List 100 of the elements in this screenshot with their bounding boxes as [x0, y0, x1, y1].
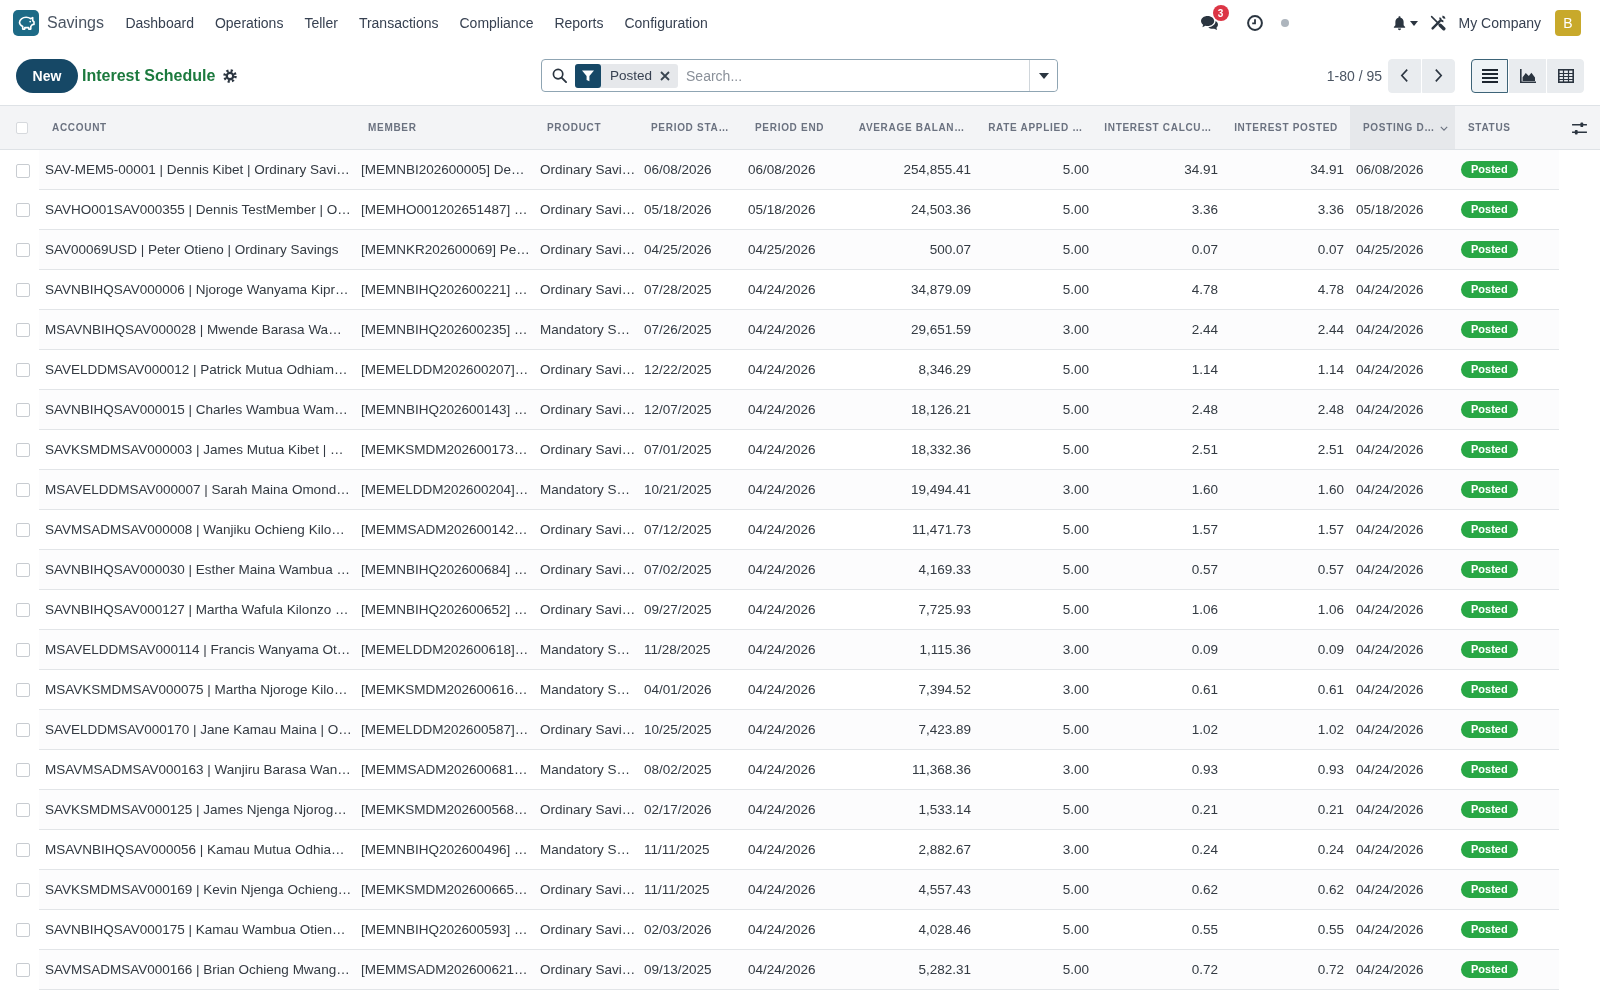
clock-icon[interactable] — [1246, 15, 1263, 31]
column-header[interactable]: PERIOD STA… — [638, 105, 742, 150]
column-header[interactable]: ACCOUNT — [39, 105, 355, 150]
piggy-bank-icon[interactable] — [13, 10, 39, 36]
table-cell: 04/24/2026 — [742, 309, 850, 350]
graph-view-button[interactable] — [1509, 58, 1546, 93]
row-checkbox[interactable] — [16, 723, 30, 738]
status-badge: Posted — [1461, 761, 1518, 778]
table-cell: [MEMHO001202651487] … — [355, 189, 534, 230]
row-checkbox[interactable] — [16, 203, 30, 218]
search-input[interactable]: Search... — [682, 67, 1029, 84]
list-view-button[interactable] — [1471, 58, 1508, 93]
row-checkbox[interactable] — [16, 883, 30, 898]
row-checkbox[interactable] — [16, 603, 30, 618]
search-options-button[interactable] — [1029, 60, 1057, 91]
gear-icon[interactable] — [223, 68, 238, 83]
row-checkbox[interactable] — [16, 163, 30, 178]
column-header[interactable]: PERIOD END — [742, 105, 850, 150]
table-grid-icon[interactable] — [1557, 68, 1574, 83]
status-badge: Posted — [1461, 201, 1518, 218]
table-cell: 3.36 — [1095, 189, 1224, 230]
row-checkbox[interactable] — [16, 803, 30, 818]
menu-item[interactable]: Operations — [204, 15, 294, 31]
table-cell: SAVKSMDMSAV000125 | James Njenga Njorog… — [39, 789, 355, 830]
row-checkbox[interactable] — [16, 363, 30, 378]
list-icon[interactable] — [1481, 68, 1498, 83]
status-badge: Posted — [1461, 641, 1518, 658]
table-cell: 0.07 — [1095, 229, 1224, 270]
table-cell: SAV00069USD | Peter Otieno | Ordinary Savings — [39, 229, 355, 270]
column-header[interactable]: STATUS — [1455, 105, 1559, 150]
row-checkbox[interactable] — [16, 563, 30, 578]
table-cell: [MEMMSADM202600681… — [355, 749, 534, 790]
row-checkbox[interactable] — [16, 963, 30, 978]
table-cell: 1,115.36 — [850, 629, 977, 670]
row-checkbox[interactable] — [16, 843, 30, 858]
table-cell: 5.00 — [977, 149, 1095, 190]
column-header[interactable]: AVERAGE BALAN… — [850, 105, 977, 150]
area-chart-icon[interactable] — [1519, 68, 1536, 83]
caret-icon[interactable] — [1409, 20, 1418, 26]
page-title[interactable]: Interest Schedule — [82, 66, 216, 85]
table-cell: 7,394.52 — [850, 669, 977, 710]
select-all-checkbox[interactable] — [16, 122, 28, 135]
row-checkbox[interactable] — [16, 763, 30, 778]
row-checkbox[interactable] — [16, 643, 30, 658]
pivot-view-button[interactable] — [1547, 58, 1584, 93]
filter-facet[interactable]: Posted — [575, 63, 679, 88]
search-icon[interactable] — [552, 68, 567, 83]
chat-icon[interactable] — [1199, 15, 1219, 31]
column-header[interactable]: MEMBER — [355, 105, 534, 150]
company-name[interactable]: My Company — [1458, 15, 1541, 31]
menu-item[interactable]: Compliance — [449, 15, 544, 31]
table-cell: Mandatory S… — [534, 749, 638, 790]
next-page-button[interactable] — [1422, 58, 1455, 93]
table-cell: 0.55 — [1095, 909, 1224, 950]
table-cell: 04/24/2026 — [742, 909, 850, 950]
column-header[interactable]: INTEREST POSTED — [1224, 105, 1350, 150]
table-cell: 3.00 — [977, 829, 1095, 870]
pager-value[interactable]: 1-80 / 95 — [1326, 67, 1382, 84]
table-cell: 12/22/2025 — [638, 349, 742, 390]
row-checkbox[interactable] — [16, 523, 30, 538]
row-checkbox[interactable] — [16, 443, 30, 458]
search-bar[interactable]: Posted Search... — [541, 59, 1058, 92]
table-cell: SAVNBIHQSAV000015 | Charles Wambua Wam… — [39, 389, 355, 430]
column-header[interactable]: INTEREST CALCU… — [1095, 105, 1224, 150]
chevron-left-icon[interactable] — [1400, 68, 1409, 83]
menu-item[interactable]: Dashboard — [114, 15, 205, 31]
bell-icon[interactable] — [1391, 15, 1407, 31]
column-header[interactable]: PRODUCT — [534, 105, 638, 150]
row-checkbox[interactable] — [16, 323, 30, 338]
row-checkbox[interactable] — [16, 403, 30, 418]
table-cell: [MEMMSADM202600142… — [355, 509, 534, 550]
close-icon[interactable] — [660, 70, 671, 81]
app-name[interactable]: Savings — [47, 14, 104, 32]
table-cell: 04/25/2026 — [1350, 229, 1455, 270]
previous-page-button[interactable] — [1388, 58, 1421, 93]
table-cell: 04/24/2026 — [742, 349, 850, 390]
column-header[interactable]: POSTING D… — [1350, 105, 1455, 150]
menu-item[interactable]: Transactions — [348, 15, 449, 31]
new-button[interactable]: New — [16, 58, 78, 93]
row-checkbox[interactable] — [16, 283, 30, 298]
column-header[interactable]: RATE APPLIED … — [977, 105, 1095, 150]
table-cell: 10/21/2025 — [638, 469, 742, 510]
table-cell: 04/24/2026 — [1350, 669, 1455, 710]
table-cell: 1.06 — [1224, 589, 1350, 630]
row-checkbox[interactable] — [16, 483, 30, 498]
sliders-icon[interactable] — [1572, 121, 1587, 135]
table-cell: 07/01/2025 — [638, 429, 742, 470]
chevron-right-icon[interactable] — [1434, 68, 1443, 83]
table-cell: 24,503.36 — [850, 189, 977, 230]
row-checkbox[interactable] — [16, 683, 30, 698]
row-checkbox[interactable] — [16, 923, 30, 938]
menu-item[interactable]: Configuration — [613, 15, 719, 31]
caret-icon[interactable] — [1038, 72, 1049, 79]
table-cell: 0.72 — [1224, 949, 1350, 990]
menu-item[interactable]: Teller — [293, 15, 349, 31]
table-cell: [MEMNBIHQ202600593] … — [355, 909, 534, 950]
wrench-screwdriver-icon[interactable] — [1429, 15, 1446, 31]
table-cell: [MEMKSMDM202600616… — [355, 669, 534, 710]
row-checkbox[interactable] — [16, 243, 30, 258]
menu-item[interactable]: Reports — [543, 15, 614, 31]
